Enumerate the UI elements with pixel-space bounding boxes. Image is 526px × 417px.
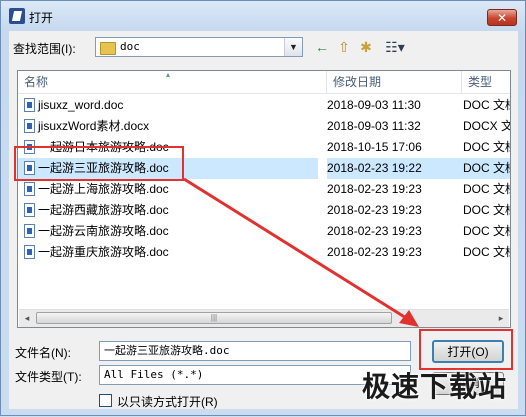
annotation-arrow: [183, 177, 419, 327]
watermark-text: 极速下载站: [361, 370, 507, 403]
open-dialog: 打开 ✕ 查找范围(I): doc ▼ ← ⇧ ✱ ☷▾ 名称 ▴ 修改日期 类…: [0, 0, 526, 416]
